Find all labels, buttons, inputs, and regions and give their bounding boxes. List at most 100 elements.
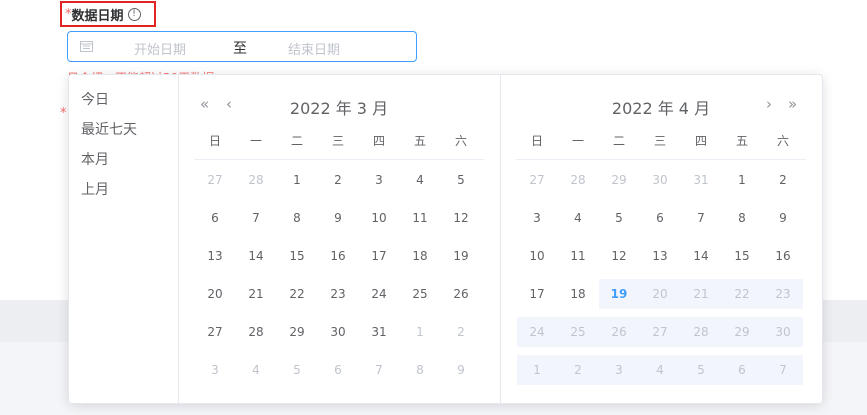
day-cell[interactable]: 25 xyxy=(400,279,440,309)
data-date-label: * 数据日期 ! xyxy=(60,1,156,27)
day-cell[interactable]: 1 xyxy=(517,355,557,385)
day-cell[interactable]: 6 xyxy=(195,203,235,233)
day-cell[interactable]: 6 xyxy=(640,203,680,233)
day-cell[interactable]: 3 xyxy=(517,203,557,233)
end-date-input[interactable]: 结束日期 xyxy=(288,39,340,58)
next-month-button[interactable]: › xyxy=(766,97,772,112)
weekday-header: 六 xyxy=(454,134,467,148)
day-cell[interactable]: 28 xyxy=(236,165,276,195)
day-cell[interactable]: 3 xyxy=(359,165,399,195)
day-cell[interactable]: 18 xyxy=(400,241,440,271)
day-cell[interactable]: 7 xyxy=(681,203,721,233)
day-cell[interactable]: 29 xyxy=(722,317,762,347)
date-range-input[interactable]: 开始日期 至 结束日期 xyxy=(67,31,417,62)
field-label-text: 数据日期 xyxy=(71,8,124,24)
day-cell[interactable]: 2 xyxy=(318,165,358,195)
day-cell[interactable]: 3 xyxy=(599,355,639,385)
day-cell[interactable]: 31 xyxy=(359,317,399,347)
day-cell[interactable]: 8 xyxy=(277,203,317,233)
day-cell[interactable]: 17 xyxy=(517,279,557,309)
day-cell[interactable]: 22 xyxy=(722,279,762,309)
weekday-divider xyxy=(194,159,484,160)
day-cell[interactable]: 25 xyxy=(558,317,598,347)
day-cell[interactable]: 7 xyxy=(359,355,399,385)
day-cell[interactable]: 9 xyxy=(441,355,481,385)
day-cell[interactable]: 31 xyxy=(681,165,721,195)
day-cell[interactable]: 29 xyxy=(599,165,639,195)
day-cell[interactable]: 8 xyxy=(722,203,762,233)
day-cell[interactable]: 21 xyxy=(236,279,276,309)
day-cell[interactable]: 14 xyxy=(681,241,721,271)
day-cell[interactable]: 19 xyxy=(441,241,481,271)
shortcut-last-month[interactable]: 上月 xyxy=(81,179,109,199)
day-cell[interactable]: 9 xyxy=(318,203,358,233)
day-cell[interactable]: 26 xyxy=(599,317,639,347)
shortcut-last-7-days[interactable]: 最近七天 xyxy=(81,119,137,139)
day-cell[interactable]: 10 xyxy=(359,203,399,233)
today-day-cell[interactable]: 19 xyxy=(599,279,639,309)
day-cell[interactable]: 14 xyxy=(236,241,276,271)
day-cell[interactable]: 11 xyxy=(558,241,598,271)
day-cell[interactable]: 2 xyxy=(441,317,481,347)
day-cell[interactable]: 23 xyxy=(318,279,358,309)
day-cell[interactable]: 12 xyxy=(599,241,639,271)
day-cell[interactable]: 15 xyxy=(277,241,317,271)
start-date-input[interactable]: 开始日期 xyxy=(134,39,186,58)
day-cell[interactable]: 15 xyxy=(722,241,762,271)
day-cell[interactable]: 4 xyxy=(640,355,680,385)
day-cell[interactable]: 30 xyxy=(640,165,680,195)
day-cell[interactable]: 20 xyxy=(640,279,680,309)
day-cell[interactable]: 1 xyxy=(277,165,317,195)
day-cell[interactable]: 23 xyxy=(763,279,803,309)
day-cell[interactable]: 27 xyxy=(195,317,235,347)
weekday-header: 日 xyxy=(208,134,221,148)
day-cell[interactable]: 10 xyxy=(517,241,557,271)
day-cell[interactable]: 30 xyxy=(763,317,803,347)
day-cell[interactable]: 4 xyxy=(558,203,598,233)
day-cell[interactable]: 4 xyxy=(236,355,276,385)
day-cell[interactable]: 5 xyxy=(277,355,317,385)
day-cell[interactable]: 20 xyxy=(195,279,235,309)
next-year-button[interactable]: » xyxy=(788,97,797,112)
day-cell[interactable]: 16 xyxy=(318,241,358,271)
day-cell[interactable]: 7 xyxy=(236,203,276,233)
day-cell[interactable]: 27 xyxy=(517,165,557,195)
day-cell[interactable]: 2 xyxy=(558,355,598,385)
day-cell[interactable]: 30 xyxy=(318,317,358,347)
day-cell[interactable]: 13 xyxy=(640,241,680,271)
day-cell[interactable]: 8 xyxy=(400,355,440,385)
day-cell[interactable]: 28 xyxy=(558,165,598,195)
day-cell[interactable]: 12 xyxy=(441,203,481,233)
info-icon[interactable]: ! xyxy=(127,7,141,21)
day-cell[interactable]: 18 xyxy=(558,279,598,309)
day-cell[interactable]: 6 xyxy=(722,355,762,385)
day-cell[interactable]: 1 xyxy=(722,165,762,195)
shortcut-this-month[interactable]: 本月 xyxy=(81,149,109,169)
day-cell[interactable]: 6 xyxy=(318,355,358,385)
day-cell[interactable]: 22 xyxy=(277,279,317,309)
day-cell[interactable]: 7 xyxy=(763,355,803,385)
day-cell[interactable]: 5 xyxy=(441,165,481,195)
day-cell[interactable]: 27 xyxy=(640,317,680,347)
day-cell[interactable]: 28 xyxy=(681,317,721,347)
day-cell[interactable]: 1 xyxy=(400,317,440,347)
weekday-header: 六 xyxy=(776,134,789,148)
day-cell[interactable]: 9 xyxy=(763,203,803,233)
day-cell[interactable]: 5 xyxy=(599,203,639,233)
shortcut-today[interactable]: 今日 xyxy=(81,89,109,109)
day-cell[interactable]: 28 xyxy=(236,317,276,347)
day-cell[interactable]: 27 xyxy=(195,165,235,195)
day-cell[interactable]: 21 xyxy=(681,279,721,309)
day-cell[interactable]: 17 xyxy=(359,241,399,271)
day-cell[interactable]: 2 xyxy=(763,165,803,195)
day-cell[interactable]: 4 xyxy=(400,165,440,195)
day-cell[interactable]: 11 xyxy=(400,203,440,233)
day-cell[interactable]: 24 xyxy=(517,317,557,347)
day-cell[interactable]: 24 xyxy=(359,279,399,309)
day-cell[interactable]: 16 xyxy=(763,241,803,271)
day-cell[interactable]: 26 xyxy=(441,279,481,309)
day-cell[interactable]: 29 xyxy=(277,317,317,347)
day-cell[interactable]: 3 xyxy=(195,355,235,385)
day-cell[interactable]: 13 xyxy=(195,241,235,271)
day-cell[interactable]: 5 xyxy=(681,355,721,385)
